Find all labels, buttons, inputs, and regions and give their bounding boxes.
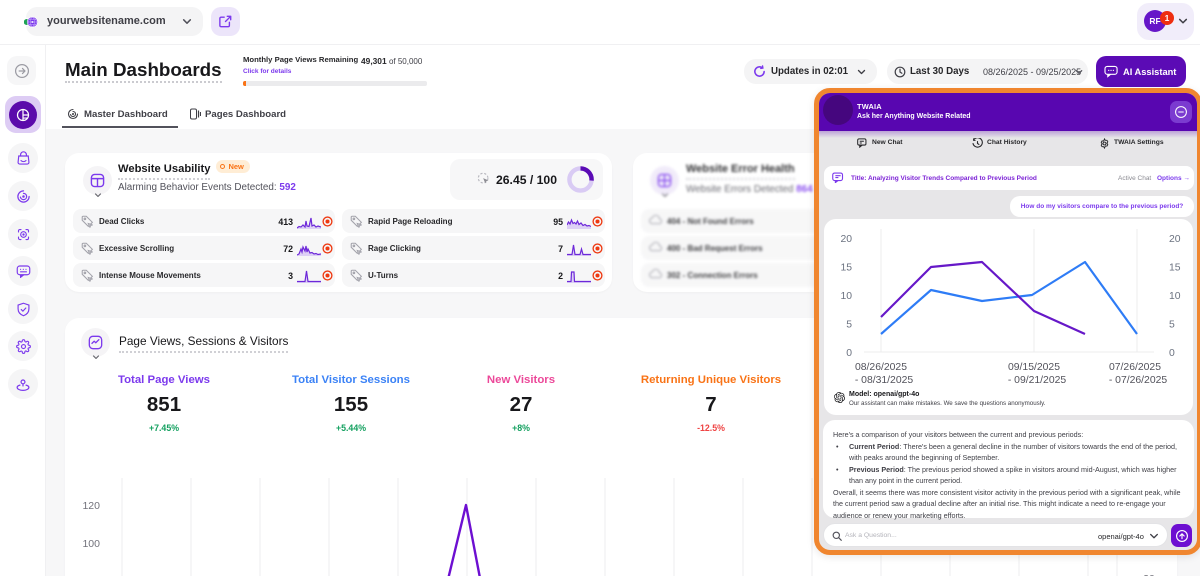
svg-text:120: 120: [82, 500, 100, 512]
svg-text:- 09/21/2025: - 09/21/2025: [1008, 375, 1067, 386]
svg-text:09/15/2025: 09/15/2025: [1008, 362, 1060, 373]
svg-text:5: 5: [1169, 320, 1175, 331]
svg-text:15: 15: [1169, 263, 1181, 274]
svg-text:0: 0: [846, 348, 852, 359]
svg-text:15: 15: [840, 263, 852, 274]
svg-text:- 07/26/2025: - 07/26/2025: [1109, 375, 1168, 386]
svg-text:10: 10: [840, 291, 852, 302]
svg-text:20: 20: [1169, 234, 1181, 245]
svg-text:07/26/2025: 07/26/2025: [1109, 362, 1161, 373]
svg-text:100: 100: [82, 538, 100, 550]
svg-text:- 08/31/2025: - 08/31/2025: [855, 375, 914, 386]
svg-text:20: 20: [840, 234, 852, 245]
svg-text:0: 0: [1169, 348, 1175, 359]
svg-text:08/26/2025: 08/26/2025: [855, 362, 907, 373]
svg-text:5: 5: [846, 320, 852, 331]
svg-text:10: 10: [1169, 291, 1181, 302]
